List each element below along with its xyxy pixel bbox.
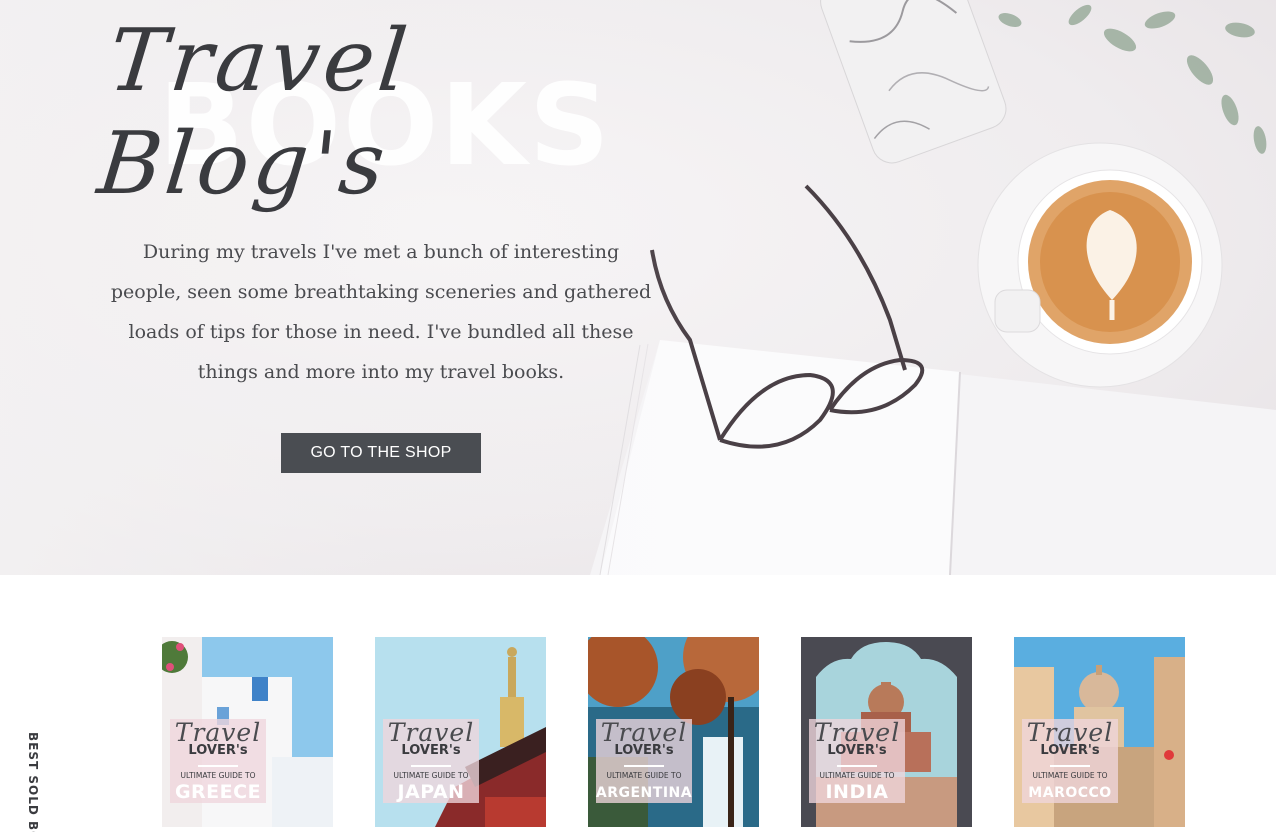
- book-divider: [1050, 765, 1090, 767]
- book-guide-label: ULTIMATE GUIDE TO: [393, 771, 469, 780]
- book-divider: [624, 765, 664, 767]
- book-title-overlay: Travel LOVER's ULTIMATE GUIDE TO ARGENTI…: [596, 719, 692, 803]
- go-to-shop-button[interactable]: GO TO THE SHOP: [281, 433, 481, 473]
- book-lover-label: LOVER's: [188, 743, 248, 758]
- book-title-overlay: Travel LOVER's ULTIMATE GUIDE TO INDIA: [809, 719, 905, 803]
- book-lover-label: LOVER's: [401, 743, 461, 758]
- book-country: JAPAN: [397, 781, 465, 803]
- book-title-overlay: Travel LOVER's ULTIMATE GUIDE TO GREECE: [170, 719, 266, 803]
- book-guide-label: ULTIMATE GUIDE TO: [180, 771, 256, 780]
- hero-title-script: Travel Blog's: [93, 11, 416, 215]
- book-title-overlay: Travel LOVER's ULTIMATE GUIDE TO JAPAN: [383, 719, 479, 803]
- book-divider: [411, 765, 451, 767]
- book-country: ARGENTINA: [595, 785, 693, 801]
- book-country: MAROCCO: [1028, 785, 1112, 801]
- book-lover-label: LOVER's: [827, 743, 887, 758]
- hero-banner: BOOKS Travel Blog's During my travels I'…: [0, 0, 1276, 575]
- book-guide-label: ULTIMATE GUIDE TO: [819, 771, 895, 780]
- book-card-japan[interactable]: Travel LOVER's ULTIMATE GUIDE TO JAPAN: [375, 637, 546, 827]
- best-sold-books-label: BEST SOLD BOOKS: [26, 732, 40, 832]
- book-title-overlay: Travel LOVER's ULTIMATE GUIDE TO MAROCCO: [1022, 719, 1118, 803]
- book-card-marocco[interactable]: Travel LOVER's ULTIMATE GUIDE TO MAROCCO: [1014, 637, 1185, 827]
- plant-leaves: [998, 4, 1267, 154]
- book-lover-label: LOVER's: [614, 743, 674, 758]
- hero-intro-text: During my travels I've met a bunch of in…: [110, 241, 652, 383]
- book-divider: [837, 765, 877, 767]
- book-country: INDIA: [825, 781, 889, 803]
- book-card-india[interactable]: Travel LOVER's ULTIMATE GUIDE TO INDIA: [801, 637, 972, 827]
- book-lover-label: LOVER's: [1040, 743, 1100, 758]
- phone-image: [820, 0, 1007, 164]
- book-guide-label: ULTIMATE GUIDE TO: [1032, 771, 1108, 780]
- book-card-greece[interactable]: Travel LOVER's ULTIMATE GUIDE TO GREECE: [162, 637, 333, 827]
- book-divider: [198, 765, 238, 767]
- book-card-argentina[interactable]: Travel LOVER's ULTIMATE GUIDE TO ARGENTI…: [588, 637, 759, 827]
- book-country: GREECE: [174, 781, 262, 803]
- book-guide-label: ULTIMATE GUIDE TO: [606, 771, 682, 780]
